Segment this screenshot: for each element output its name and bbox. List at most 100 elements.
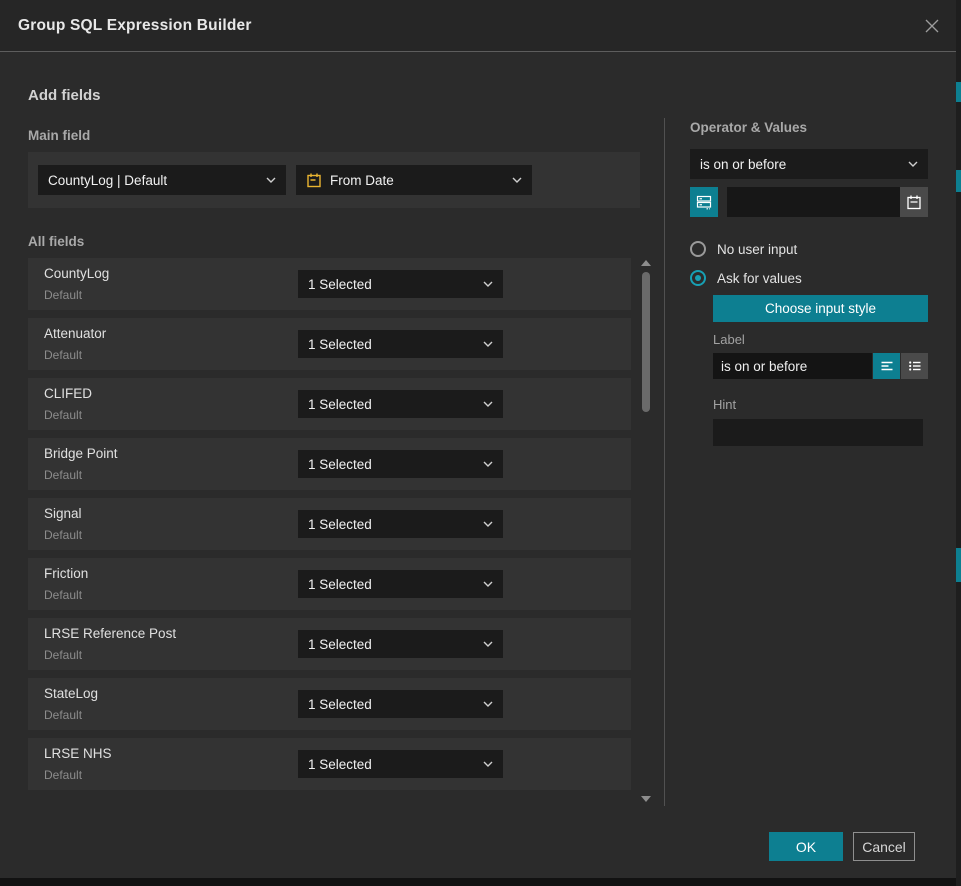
field-name: Signal — [44, 506, 82, 521]
hint-heading: Hint — [713, 397, 928, 412]
align-left-style-button[interactable] — [873, 353, 900, 379]
field-row: CLIFED Default 1 Selected — [28, 378, 631, 430]
label-row: is on or before — [713, 353, 928, 379]
selected-count-dropdown[interactable]: 1 Selected — [298, 450, 503, 478]
field-name: Friction — [44, 566, 88, 581]
radio-unselected-icon[interactable] — [690, 241, 706, 257]
field-row: Bridge Point Default 1 Selected — [28, 438, 631, 490]
chevron-down-icon — [483, 701, 493, 707]
label-input-text: is on or before — [721, 359, 807, 374]
field-row: LRSE Reference Post Default 1 Selected — [28, 618, 631, 670]
selected-count-value: 1 Selected — [308, 277, 475, 292]
calendar-date-icon — [306, 172, 322, 188]
chevron-down-icon — [483, 341, 493, 347]
label-input[interactable]: is on or before — [713, 353, 872, 379]
background-app-edge — [956, 0, 961, 886]
operator-dropdown-value: is on or before — [700, 157, 900, 172]
field-sublabel: Default — [44, 768, 82, 782]
field-name: StateLog — [44, 686, 98, 701]
field-sublabel: Default — [44, 588, 82, 602]
field-row: Attenuator Default 1 Selected — [28, 318, 631, 370]
field-sublabel: Default — [44, 288, 82, 302]
selected-count-value: 1 Selected — [308, 697, 475, 712]
selected-count-dropdown[interactable]: 1 Selected — [298, 630, 503, 658]
field-sublabel: Default — [44, 708, 82, 722]
edge-accent-fragment — [956, 548, 961, 582]
user-input-radio-group: No user input Ask for values — [690, 241, 928, 286]
field-row: Signal Default 1 Selected — [28, 498, 631, 550]
field-sublabel: Default — [44, 528, 82, 542]
radio-selected-icon[interactable] — [690, 270, 706, 286]
align-left-lines-icon — [880, 359, 894, 373]
field-row: CountyLog Default 1 Selected — [28, 258, 631, 310]
operator-values-heading: Operator & Values — [690, 120, 928, 135]
cancel-button[interactable]: Cancel — [853, 832, 915, 861]
chevron-down-icon — [483, 281, 493, 287]
main-field-heading: Main field — [28, 128, 90, 143]
hint-input[interactable] — [713, 419, 923, 446]
main-field-dropdown[interactable]: From Date — [296, 165, 532, 195]
calendar-picker-button[interactable] — [900, 187, 928, 217]
selected-count-dropdown[interactable]: 1 Selected — [298, 690, 503, 718]
selected-count-dropdown[interactable]: 1 Selected — [298, 390, 503, 418]
all-fields-list: CountyLog Default 1 Selected Attenuator … — [28, 258, 631, 798]
chevron-down-icon — [483, 641, 493, 647]
dialog-titlebar: Group SQL Expression Builder — [0, 0, 956, 52]
operator-values-panel: Operator & Values is on or before — [690, 120, 928, 446]
add-fields-heading: Add fields — [28, 87, 101, 104]
field-row: StateLog Default 1 Selected — [28, 678, 631, 730]
field-sublabel: Default — [44, 348, 82, 362]
value-entry-row — [690, 187, 928, 217]
selected-count-value: 1 Selected — [308, 637, 475, 652]
operator-dropdown[interactable]: is on or before — [690, 149, 928, 179]
ask-for-values-block: Choose input style Label is on or before — [713, 295, 928, 446]
unique-values-list-icon — [696, 194, 712, 210]
chevron-down-icon — [512, 177, 522, 183]
chevron-down-icon — [483, 521, 493, 527]
dataset-dropdown-value: CountyLog | Default — [48, 173, 258, 188]
selected-count-dropdown[interactable]: 1 Selected — [298, 750, 503, 778]
unique-values-list-button[interactable] — [690, 187, 718, 217]
selected-count-dropdown[interactable]: 1 Selected — [298, 510, 503, 538]
selected-count-value: 1 Selected — [308, 337, 475, 352]
selected-count-value: 1 Selected — [308, 577, 475, 592]
ask-for-values-label: Ask for values — [717, 271, 802, 286]
edge-accent-fragment — [956, 82, 961, 102]
scrollbar-thumb[interactable] — [642, 272, 650, 412]
ask-for-values-option[interactable]: Ask for values — [690, 270, 928, 286]
close-icon — [924, 18, 940, 34]
ok-button[interactable]: OK — [769, 832, 843, 861]
scroll-down-arrow-icon[interactable] — [641, 796, 651, 802]
selected-count-value: 1 Selected — [308, 397, 475, 412]
no-user-input-label: No user input — [717, 242, 797, 257]
field-row: Friction Default 1 Selected — [28, 558, 631, 610]
selected-count-dropdown[interactable]: 1 Selected — [298, 270, 503, 298]
chevron-down-icon — [483, 581, 493, 587]
calendar-icon — [906, 194, 922, 210]
value-input[interactable] — [727, 187, 900, 217]
field-name: CountyLog — [44, 266, 109, 281]
bulleted-list-style-button[interactable] — [901, 353, 928, 379]
all-fields-heading: All fields — [28, 234, 84, 249]
bulleted-list-icon — [908, 359, 922, 373]
dataset-dropdown[interactable]: CountyLog | Default — [38, 165, 286, 195]
scroll-up-arrow-icon[interactable] — [641, 260, 651, 266]
label-heading: Label — [713, 332, 928, 347]
group-sql-expression-builder-dialog: Group SQL Expression Builder Add fields … — [0, 0, 956, 878]
selected-count-dropdown[interactable]: 1 Selected — [298, 330, 503, 358]
choose-input-style-button[interactable]: Choose input style — [713, 295, 928, 322]
main-field-panel: CountyLog | Default From Date — [28, 152, 640, 208]
main-field-dropdown-value: From Date — [330, 173, 504, 188]
chevron-down-icon — [483, 401, 493, 407]
chevron-down-icon — [266, 177, 276, 183]
list-scrollbar[interactable] — [640, 256, 652, 804]
field-name: LRSE NHS — [44, 746, 112, 761]
selected-count-value: 1 Selected — [308, 517, 475, 532]
close-button[interactable] — [920, 14, 944, 38]
selected-count-value: 1 Selected — [308, 757, 475, 772]
field-sublabel: Default — [44, 468, 82, 482]
selected-count-dropdown[interactable]: 1 Selected — [298, 570, 503, 598]
field-name: Attenuator — [44, 326, 106, 341]
edge-accent-fragment — [956, 170, 961, 192]
no-user-input-option[interactable]: No user input — [690, 241, 928, 257]
